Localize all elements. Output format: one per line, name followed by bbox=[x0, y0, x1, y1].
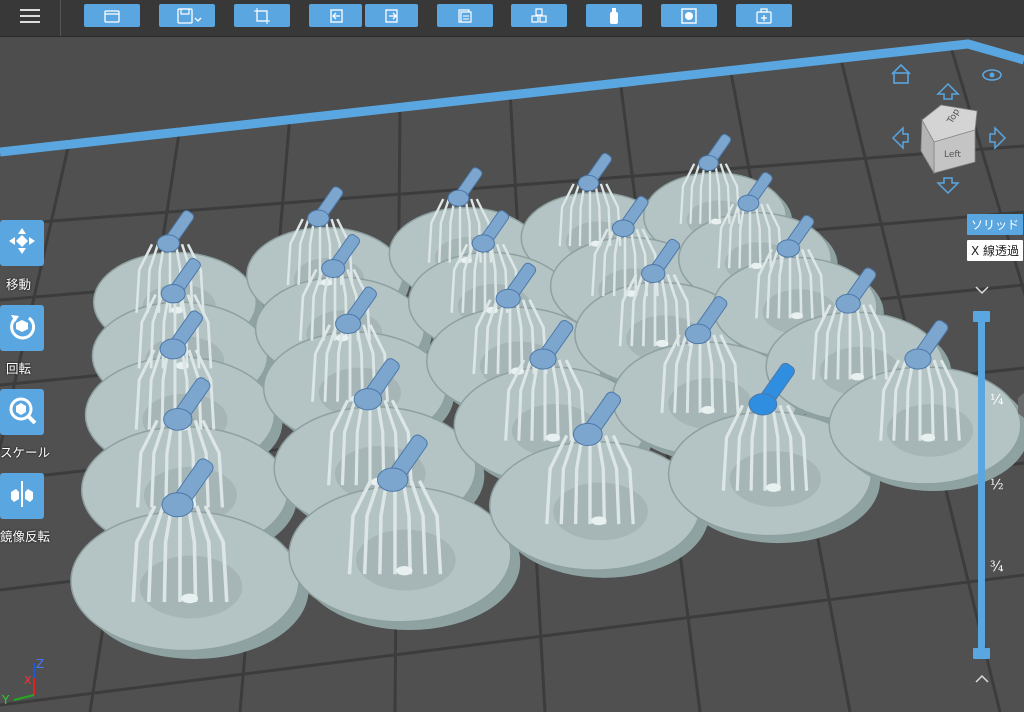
solid-view-button[interactable]: ソリッド bbox=[967, 214, 1023, 235]
support-cone bbox=[850, 372, 865, 381]
move-arrows-icon bbox=[7, 226, 37, 260]
model-base bbox=[698, 155, 719, 171]
support-cone bbox=[655, 339, 669, 348]
axis-z-label: Z bbox=[36, 657, 44, 671]
support-cone bbox=[790, 312, 803, 320]
move-tool-button[interactable] bbox=[0, 220, 44, 266]
view-cube-front-label: Left bbox=[944, 150, 961, 160]
model-base bbox=[163, 407, 193, 431]
model-base bbox=[376, 467, 409, 492]
support-cone bbox=[175, 361, 189, 370]
slider-track[interactable] bbox=[978, 316, 985, 654]
rotate-tool-button[interactable] bbox=[0, 305, 44, 351]
model-base bbox=[641, 264, 666, 284]
import-button[interactable] bbox=[309, 4, 362, 27]
rotate-tool-label: 回転 bbox=[6, 361, 32, 376]
print-button[interactable] bbox=[736, 4, 792, 27]
move-tool-label: 移動 bbox=[6, 277, 32, 292]
layers-icon bbox=[457, 8, 473, 24]
support-cone bbox=[750, 262, 763, 270]
supports-button[interactable] bbox=[586, 4, 642, 27]
model-base bbox=[307, 209, 330, 228]
bottle-icon bbox=[608, 7, 620, 25]
slider-tick-half: ½ bbox=[990, 477, 1004, 493]
3d-viewport[interactable]: Z X Y Top Left 移動 回転 スケール 鏡像反転 ソリッド X 線透… bbox=[0, 37, 1024, 712]
model-base bbox=[161, 492, 194, 518]
model-base bbox=[904, 348, 932, 370]
model-base bbox=[447, 189, 470, 207]
support-cone bbox=[766, 483, 782, 492]
axis-y-label: Y bbox=[1, 693, 10, 707]
support-cone bbox=[591, 516, 607, 526]
slider-top-handle[interactable] bbox=[973, 311, 990, 322]
save-button[interactable] bbox=[159, 4, 215, 27]
model-base bbox=[156, 234, 180, 253]
model-base bbox=[321, 259, 346, 278]
xray-view-button[interactable]: X 線透過 bbox=[967, 240, 1023, 261]
scale-tool-button[interactable] bbox=[0, 389, 44, 435]
folder-icon bbox=[104, 9, 120, 23]
model-base bbox=[160, 283, 186, 304]
model-base bbox=[353, 388, 383, 411]
crop-icon bbox=[254, 7, 270, 24]
mirror-tool-label: 鏡像反転 bbox=[0, 529, 51, 544]
mirror-icon bbox=[7, 479, 37, 513]
slider-tick-three-quarters: ¾ bbox=[990, 559, 1004, 575]
mirror-tool-button[interactable] bbox=[0, 473, 44, 519]
scale-tool-label: スケール bbox=[0, 445, 51, 460]
model-base bbox=[159, 338, 187, 360]
save-icon bbox=[172, 7, 202, 24]
model-base bbox=[748, 393, 778, 416]
model-base bbox=[737, 194, 760, 212]
support-cone bbox=[546, 433, 561, 442]
model-base bbox=[471, 234, 495, 253]
slider-tick-quarter: ¼ bbox=[990, 392, 1004, 408]
model-base bbox=[776, 239, 800, 258]
crop-button[interactable] bbox=[234, 4, 290, 27]
support-cone bbox=[170, 306, 183, 314]
rotate-icon bbox=[7, 311, 37, 345]
scene-canvas[interactable]: Z X Y Top Left bbox=[0, 37, 1024, 712]
model-base bbox=[684, 323, 712, 345]
slider-bottom-handle[interactable] bbox=[973, 648, 990, 659]
model-base bbox=[335, 313, 362, 334]
support-cone bbox=[700, 406, 715, 414]
support-cone bbox=[396, 566, 413, 576]
import-icon bbox=[328, 8, 344, 24]
support-cone bbox=[181, 593, 199, 604]
model-base bbox=[611, 219, 635, 238]
scale-icon bbox=[7, 395, 37, 429]
layers-button[interactable] bbox=[437, 4, 493, 27]
hollow-button[interactable] bbox=[661, 4, 717, 27]
menu-button[interactable] bbox=[0, 0, 61, 36]
export-button[interactable] bbox=[365, 4, 418, 27]
top-toolbar bbox=[0, 0, 1024, 37]
briefcase-plus-icon bbox=[756, 7, 772, 24]
open-file-button[interactable] bbox=[84, 4, 140, 27]
axis-x-label: X bbox=[24, 674, 32, 687]
model-base bbox=[577, 174, 600, 192]
square-ring-icon bbox=[681, 7, 697, 24]
hamburger-icon bbox=[20, 8, 40, 28]
cubes-icon bbox=[530, 7, 548, 24]
support-cone bbox=[921, 433, 936, 442]
model-base bbox=[835, 293, 861, 314]
model-base bbox=[495, 288, 521, 309]
model-base bbox=[529, 348, 557, 370]
model-base bbox=[572, 422, 603, 447]
export-icon bbox=[384, 8, 400, 24]
support-cone bbox=[710, 218, 722, 225]
arrange-button[interactable] bbox=[511, 4, 567, 27]
